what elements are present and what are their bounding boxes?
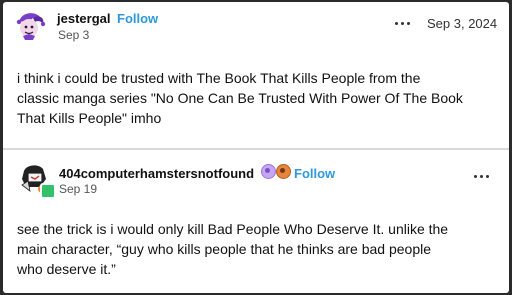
post-body: see the trick is i would only kill Bad P… bbox=[17, 219, 505, 279]
more-options-icon[interactable] bbox=[394, 20, 414, 28]
post-body-line: see the trick is i would only kill Bad P… bbox=[17, 221, 449, 237]
post-jestergal: jestergal Follow Sep 3 Sep 3, 2024 i thi… bbox=[3, 2, 509, 148]
post-username[interactable]: 404computerhamstersnotfound bbox=[59, 166, 254, 181]
post-404computerhamstersnotfound: 404computerhamstersnotfound Follow Sep 1… bbox=[3, 150, 509, 293]
post-username[interactable]: jestergal bbox=[57, 11, 110, 26]
post-body-line: That Kills People" imho bbox=[17, 110, 162, 126]
follow-button[interactable]: Follow bbox=[294, 166, 335, 181]
post-body: i think i could be trusted with The Book… bbox=[17, 68, 497, 128]
jester-avatar-icon[interactable] bbox=[13, 8, 47, 42]
reblog-thread: jestergal Follow Sep 3 Sep 3, 2024 i thi… bbox=[3, 2, 509, 293]
follow-button[interactable]: Follow bbox=[117, 11, 158, 26]
reblog-date: Sep 3 bbox=[58, 28, 90, 42]
purple-badge-icon[interactable] bbox=[261, 164, 276, 179]
orange-badge-icon[interactable] bbox=[276, 164, 291, 179]
post-body-line: who deserve it.” bbox=[17, 261, 116, 277]
reblog-date: Sep 19 bbox=[59, 182, 98, 196]
post-body-line: main character, “guy who kills people th… bbox=[17, 241, 432, 257]
post-body-line: classic manga series "No One Can Be Trus… bbox=[17, 90, 463, 106]
post-body-line: i think i could be trusted with The Book… bbox=[17, 70, 421, 86]
online-status-icon bbox=[40, 183, 56, 199]
more-options-icon[interactable] bbox=[473, 173, 493, 181]
post-date: Sep 3, 2024 bbox=[427, 16, 498, 31]
user-badges bbox=[261, 164, 291, 179]
